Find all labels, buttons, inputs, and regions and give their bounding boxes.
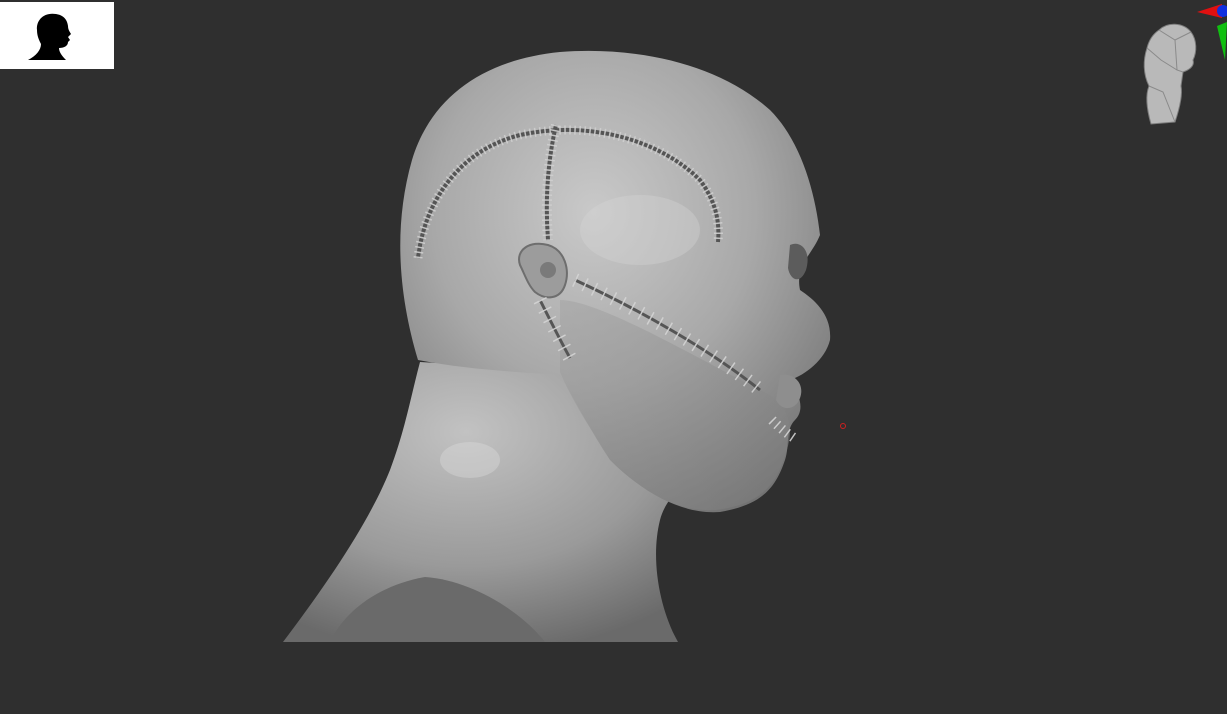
sculpted-head-model[interactable] [0,0,1227,714]
view-navigator[interactable] [1117,0,1227,130]
navigation-cube-head-icon [1143,23,1197,125]
axis-gizmo[interactable] [1197,4,1227,60]
sculpt-viewport[interactable] [0,0,1227,714]
eye-socket [788,243,808,280]
y-axis-arrow [1217,22,1227,60]
brush-cursor-icon [840,423,846,429]
